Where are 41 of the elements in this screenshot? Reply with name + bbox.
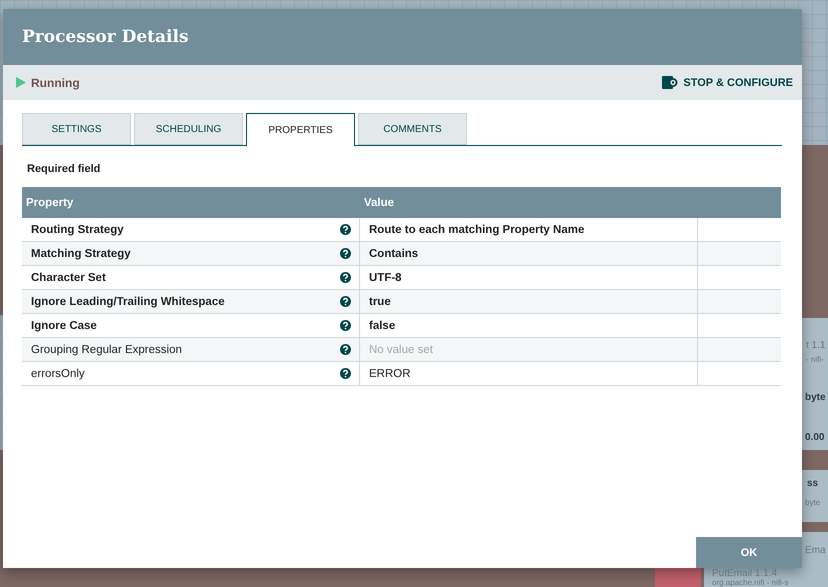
property-name: Character Set [31,272,106,284]
canvas-text: byte [805,498,820,507]
property-value: No value set [369,344,433,356]
tab[interactable]: COMMENTS [358,113,467,145]
help-icon[interactable] [340,224,351,235]
property-value: true [369,296,391,308]
property-value: UTF-8 [369,272,402,284]
property-name: errorsOnly [31,368,85,380]
property-value: ERROR [369,368,411,380]
property-name: Routing Strategy [31,224,124,236]
canvas-text: byte [805,392,826,403]
canvas-text: Ema [805,545,826,556]
help-icon[interactable] [340,368,351,379]
tab[interactable]: SCHEDULING [134,113,243,145]
help-icon[interactable] [340,296,351,307]
canvas-text: - nifi- [806,355,824,364]
canvas-text: ss [807,478,818,489]
tab[interactable]: SETTINGS [22,113,131,145]
required-field-note: Required field [27,163,102,175]
stop-configure-button[interactable]: STOP & CONFIGURE [662,76,793,89]
canvas-text: org.apache.nifi - nifi-s [712,578,788,587]
property-name: Ignore Leading/Trailing Whitespace [31,296,225,308]
canvas-text: PutEmail 1.1.4 [712,568,778,579]
help-icon[interactable] [340,272,351,283]
property-name: Ignore Case [31,320,97,332]
property-value: false [369,320,396,332]
dialog-title: Processor Details [22,27,189,47]
play-icon [16,77,26,88]
property-value: Contains [369,248,418,260]
property-name: Grouping Regular Expression [31,344,182,356]
column-header: Property [22,187,360,218]
status-label: Running [31,76,80,90]
column-header: Value [360,187,698,218]
canvas-text: t 1.1 [806,340,826,351]
tab[interactable]: PROPERTIES [246,113,355,146]
property-value: Route to each matching Property Name [369,224,584,236]
help-icon[interactable] [340,344,351,355]
property-name: Matching Strategy [31,248,131,260]
canvas-text: 0.00 [805,432,824,443]
help-icon[interactable] [340,248,351,259]
help-icon[interactable] [340,320,351,331]
